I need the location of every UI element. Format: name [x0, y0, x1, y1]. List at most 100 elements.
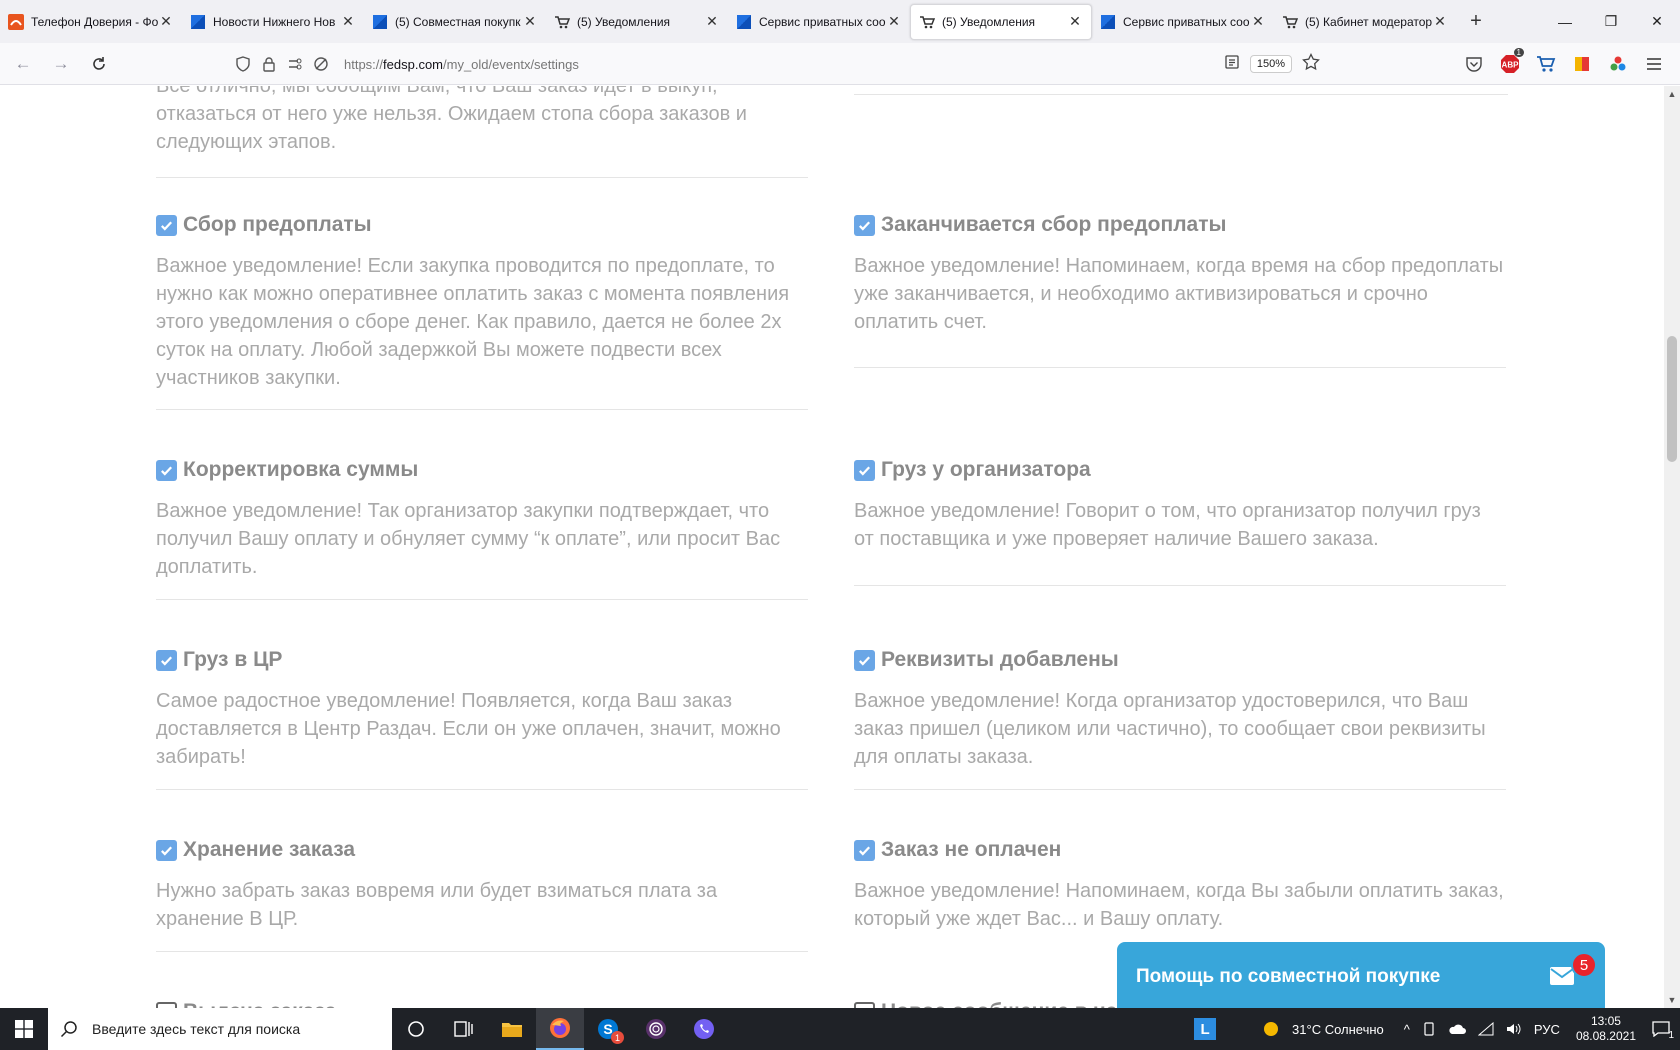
item-description: Важное уведомление! Говорит о том, что о…: [854, 500, 1481, 550]
onedrive-cloud-icon[interactable]: [1448, 1023, 1466, 1035]
new-tab-button[interactable]: +: [1460, 6, 1492, 38]
weather-sun-icon[interactable]: [1262, 1020, 1280, 1038]
url-text[interactable]: https://fedsp.com/my_old/eventx/settings: [344, 57, 579, 72]
close-icon[interactable]: ✕: [886, 13, 902, 30]
page-scrollbar[interactable]: ▲ ▼: [1664, 86, 1680, 1008]
reload-icon[interactable]: [84, 49, 114, 79]
back-icon[interactable]: ←: [8, 49, 38, 79]
tab-3[interactable]: (5) Совместная покупк ✕: [364, 4, 546, 40]
close-icon[interactable]: ✕: [1067, 13, 1083, 30]
restore-icon[interactable]: ❐: [1588, 0, 1634, 43]
item-title[interactable]: Выдача заказа: [156, 997, 808, 1008]
shield-icon[interactable]: [232, 53, 254, 75]
checkbox-checked[interactable]: [156, 459, 177, 481]
tab-label: Сервис приватных соо: [1123, 14, 1250, 29]
checkbox-checked[interactable]: [156, 649, 177, 671]
bookmark-star-icon[interactable]: [1302, 52, 1320, 76]
permissions-icon[interactable]: [284, 53, 306, 75]
item-title[interactable]: Заканчивается сбор предоплаты: [854, 210, 1506, 240]
pocket-icon[interactable]: [1462, 52, 1486, 76]
windows-page-icon: [372, 14, 388, 30]
divider: [156, 177, 808, 178]
weather-text[interactable]: 31°C Солнечно: [1292, 1022, 1384, 1037]
network-icon[interactable]: [1477, 1022, 1494, 1036]
file-explorer-icon[interactable]: [488, 1008, 536, 1050]
notification-item-cargo-in-center: Груз в ЦР Самое радостное уведомление! П…: [156, 645, 808, 790]
close-icon[interactable]: ✕: [704, 13, 720, 30]
checkbox-checked[interactable]: [854, 214, 875, 236]
close-icon[interactable]: ✕: [1250, 13, 1266, 30]
tab-7[interactable]: Сервис приватных соо ✕: [1092, 4, 1274, 40]
menu-icon[interactable]: [1642, 52, 1666, 76]
task-view-icon[interactable]: [440, 1008, 488, 1050]
checkbox-checked[interactable]: [854, 649, 875, 671]
item-title[interactable]: Груз у организатора: [854, 455, 1506, 485]
checkbox-checked[interactable]: [156, 214, 177, 236]
scrollbar-thumb[interactable]: [1667, 336, 1677, 462]
close-icon[interactable]: ✕: [158, 13, 174, 30]
skype-badge: 1: [611, 1031, 624, 1044]
item-title-text: Груз в ЦР: [183, 648, 283, 671]
firefox-icon[interactable]: [536, 1008, 584, 1050]
tab-6-active[interactable]: (5) Уведомления ✕: [910, 3, 1092, 40]
input-language[interactable]: РУС: [1534, 1022, 1560, 1037]
divider: [854, 94, 1508, 95]
item-title[interactable]: Заказ не оплачен: [854, 835, 1506, 865]
skype-icon[interactable]: S 1: [584, 1008, 632, 1050]
item-title[interactable]: Хранение заказа: [156, 835, 808, 865]
tab-label: (5) Совместная покупк: [395, 14, 521, 29]
volume-icon[interactable]: [1506, 1022, 1522, 1036]
zoom-level[interactable]: 150%: [1249, 55, 1292, 73]
orange-logo-icon: [8, 13, 24, 30]
item-title[interactable]: Груз в ЦР: [156, 645, 808, 675]
lock-icon[interactable]: [258, 53, 280, 75]
colorful-extension-icon[interactable]: [1606, 52, 1630, 76]
tray-chevron-up-icon[interactable]: ^: [1404, 1022, 1410, 1037]
url-bar-actions: 150%: [1224, 49, 1320, 79]
url-prefix: https://: [344, 56, 384, 72]
item-description: Важное уведомление! Напоминаем, когда вр…: [854, 255, 1504, 333]
cortana-icon[interactable]: [392, 1008, 440, 1050]
item-title[interactable]: Сбор предоплаты: [156, 210, 808, 240]
url-bar[interactable]: https://fedsp.com/my_old/eventx/settings…: [232, 49, 1320, 79]
checkbox-checked[interactable]: [854, 839, 875, 861]
url-path: /my_old/eventx/settings: [443, 56, 579, 72]
url-domain: fedsp.com: [383, 56, 444, 72]
close-icon[interactable]: ✕: [340, 13, 356, 30]
taskbar-search[interactable]: Введите здесь текст для поиска: [48, 1008, 392, 1050]
tab-2[interactable]: Новости Нижнего Нов ✕: [182, 4, 364, 40]
l-app-icon[interactable]: L: [1194, 1018, 1217, 1040]
tor-browser-icon[interactable]: [632, 1008, 680, 1050]
tab-5[interactable]: Сервис приватных соо ✕: [728, 4, 910, 40]
tab-1[interactable]: Телефон Доверия - Фо ✕: [0, 4, 182, 40]
action-center-icon[interactable]: 1: [1652, 1021, 1674, 1041]
checkbox-checked[interactable]: [156, 839, 177, 861]
close-icon[interactable]: ✕: [522, 13, 538, 30]
close-icon[interactable]: ✕: [1432, 13, 1448, 30]
flag-extension-icon[interactable]: [1570, 52, 1594, 76]
tab-8[interactable]: (5) Кабинет модератор ✕: [1274, 4, 1456, 40]
item-title[interactable]: Корректировка суммы: [156, 455, 808, 485]
reader-view-icon[interactable]: [1224, 54, 1240, 75]
checkbox-checked[interactable]: [854, 459, 875, 481]
window-close-icon[interactable]: ✕: [1634, 0, 1680, 43]
tracking-blocked-icon[interactable]: [310, 53, 332, 75]
forward-icon[interactable]: →: [46, 49, 76, 79]
minimize-icon[interactable]: —: [1542, 0, 1588, 43]
item-title-text: Корректировка суммы: [183, 458, 419, 481]
viber-icon[interactable]: [680, 1008, 728, 1050]
clock[interactable]: 13:05 08.08.2021: [1576, 1014, 1636, 1044]
tab-4[interactable]: (5) Уведомления ✕: [546, 4, 728, 40]
scroll-down-icon[interactable]: ▼: [1664, 992, 1680, 1008]
meet-now-icon[interactable]: [1422, 1022, 1436, 1036]
item-title-text: Выдача заказа: [183, 1000, 336, 1008]
windows-start-icon[interactable]: [0, 1008, 48, 1050]
item-title-text: Хранение заказа: [183, 838, 356, 861]
shopping-cart-icon[interactable]: [1534, 52, 1558, 76]
nav-bar: ← → https://fedsp.com/my_old/eventx/sett…: [0, 43, 1680, 85]
adblock-plus-icon[interactable]: ABP 1: [1498, 48, 1524, 76]
scroll-up-icon[interactable]: ▲: [1664, 86, 1680, 102]
help-widget[interactable]: Помощь по совместной покупке 5: [1117, 942, 1605, 1012]
tab-label: (5) Кабинет модератор: [1305, 14, 1432, 29]
item-title[interactable]: Реквизиты добавлены: [854, 645, 1506, 675]
